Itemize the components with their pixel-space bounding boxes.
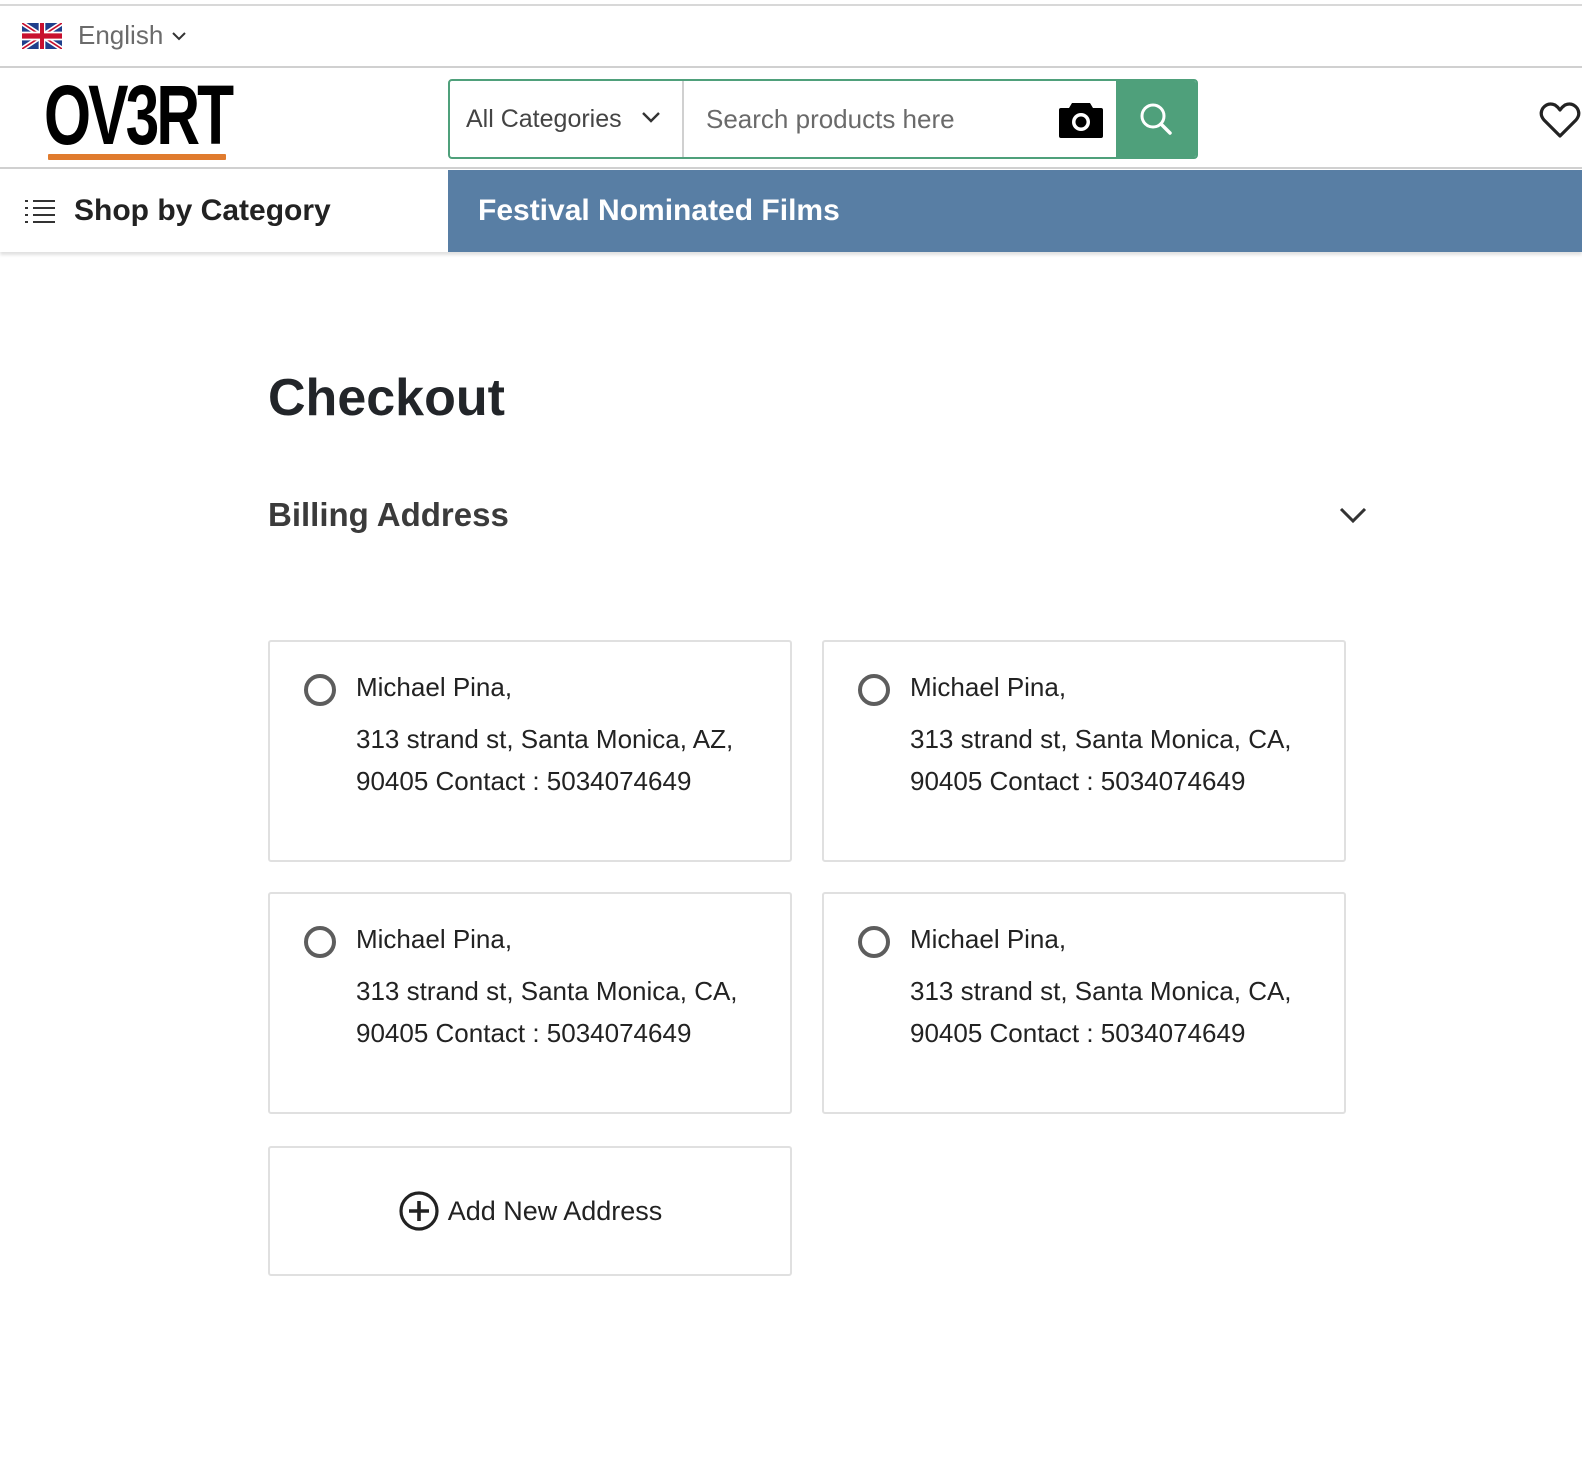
camera-icon[interactable] [1058,99,1104,139]
shop-by-category-button[interactable]: Shop by Category [0,170,448,252]
billing-address-section-header[interactable]: Billing Address [268,496,1368,546]
plus-circle-icon [399,1191,439,1231]
address-line-2: 90405 Contact : 5034074649 [910,1018,1246,1048]
address-text: Michael Pina, 313 strand st, Santa Monic… [910,918,1292,1054]
site-header: OV3RT All Categories [0,70,1582,169]
search-button[interactable] [1116,81,1196,157]
category-dropdown-label: All Categories [466,104,622,133]
logo-text: OV3RT [44,68,234,162]
wishlist-heart-icon[interactable] [1538,100,1582,140]
address-line-2: 90405 Contact : 5034074649 [910,766,1246,796]
address-card[interactable]: Michael Pina, 313 strand st, Santa Monic… [268,640,792,862]
add-new-address-label: Add New Address [447,1195,663,1226]
address-text: Michael Pina, 313 strand st, Santa Monic… [356,666,733,802]
uk-flag-icon [22,22,62,49]
address-radio[interactable] [858,674,890,706]
promo-banner: Festival Nominated Films [448,170,1582,252]
search-bar: All Categories [448,79,1198,159]
page-title: Checkout [268,369,505,427]
address-card[interactable]: Michael Pina, 313 strand st, Santa Monic… [268,892,792,1114]
address-radio[interactable] [304,674,336,706]
category-navbar: Shop by Category Festival Nominated Film… [0,170,1582,252]
address-name: Michael Pina, [356,924,513,954]
address-line-1: 313 strand st, Santa Monica, CA, [910,724,1292,754]
address-name: Michael Pina, [356,672,513,702]
search-input[interactable] [684,81,1116,157]
chevron-down-icon [172,31,186,40]
add-new-address-button[interactable]: Add New Address [268,1146,792,1276]
address-line-2: 90405 Contact : 5034074649 [356,766,692,796]
address-text: Michael Pina, 313 strand st, Santa Monic… [910,666,1292,802]
address-radio[interactable] [304,926,336,958]
language-selector[interactable]: English [22,20,187,51]
address-line-1: 313 strand st, Santa Monica, AZ, [356,724,734,754]
logo-underline [48,154,226,160]
address-name: Michael Pina, [910,924,1067,954]
chevron-down-icon [1339,507,1367,524]
category-dropdown[interactable]: All Categories [450,81,684,157]
billing-address-title: Billing Address [268,496,509,533]
address-name: Michael Pina, [910,672,1067,702]
chevron-down-icon [642,112,660,123]
shop-by-category-label: Shop by Category [74,194,331,227]
address-radio[interactable] [858,926,890,958]
language-label: English [78,20,164,50]
site-logo[interactable]: OV3RT [44,68,234,162]
address-line-2: 90405 Contact : 5034074649 [356,1018,692,1048]
address-line-1: 313 strand st, Santa Monica, CA, [356,976,738,1006]
address-card[interactable]: Michael Pina, 313 strand st, Santa Monic… [822,640,1346,862]
list-menu-icon [25,200,55,223]
address-card[interactable]: Michael Pina, 313 strand st, Santa Monic… [822,892,1346,1114]
search-icon [1140,103,1172,135]
festival-films-link[interactable]: Festival Nominated Films [478,194,840,228]
language-bar: English [0,6,1582,68]
address-line-1: 313 strand st, Santa Monica, CA, [910,976,1292,1006]
address-text: Michael Pina, 313 strand st, Santa Monic… [356,918,738,1054]
